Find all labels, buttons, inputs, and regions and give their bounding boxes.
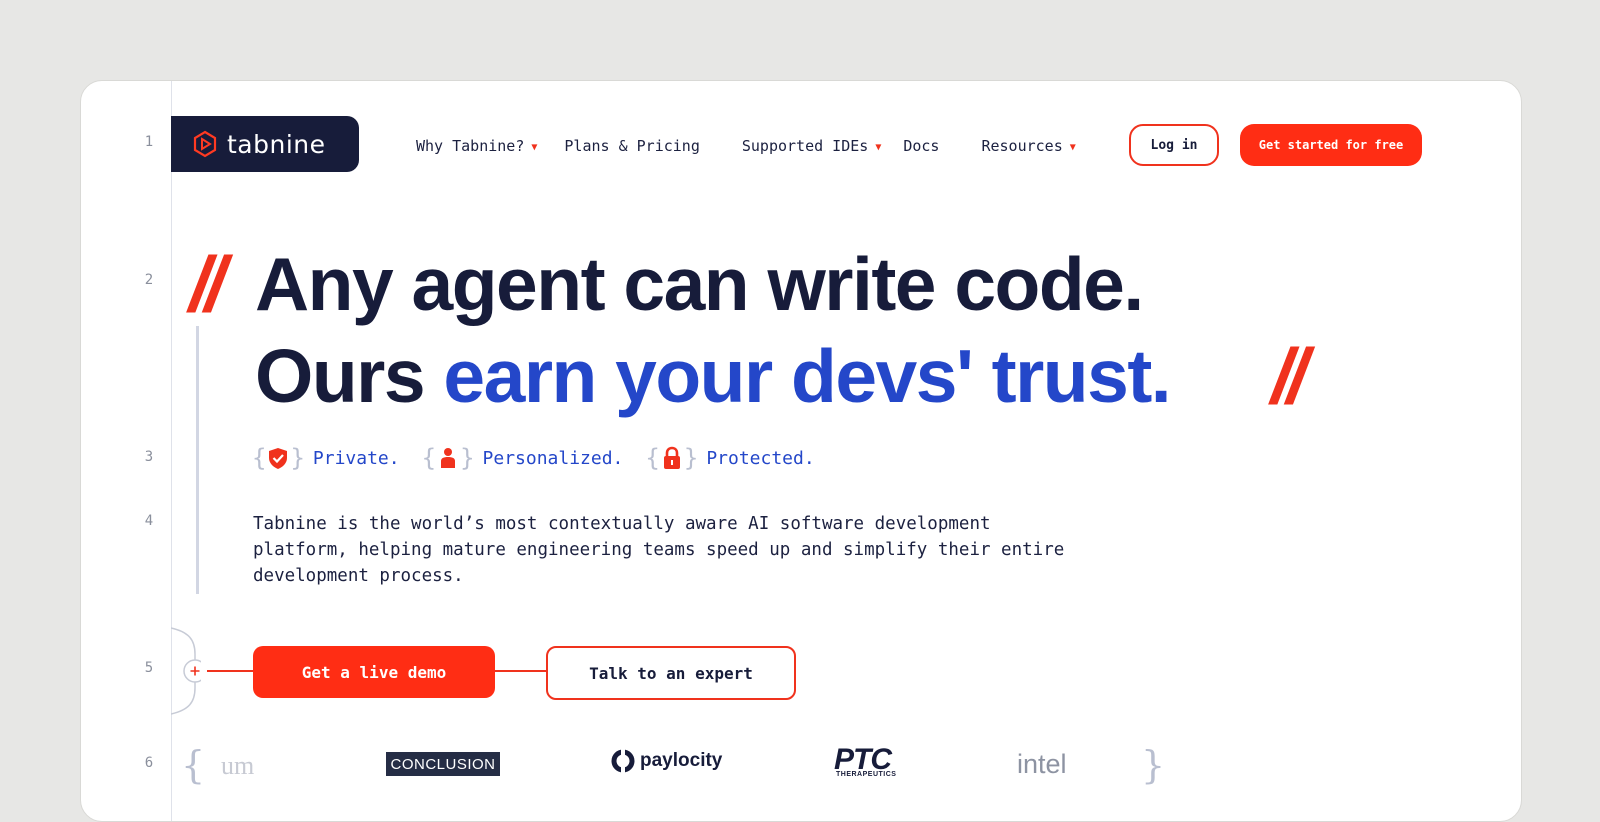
nav-label: Supported IDEs [741,137,869,155]
pillar-label: Private. [312,447,400,469]
connector-line [495,670,546,672]
pillar-label: Protected. [706,447,815,469]
customer-logo-conclusion: CONCLUSION [386,752,500,776]
shield-check-icon [269,448,288,469]
customer-logo-label: paylocity [640,750,723,771]
hero-heading-prefix: Ours [255,334,444,418]
nav-label: Resources [981,137,1063,155]
line-number: 5 [144,660,154,676]
line-number: 3 [144,449,154,465]
brand-logo[interactable]: tabnine [171,116,359,172]
nav-label: Docs [903,137,940,155]
nav-why-tabnine[interactable]: Why Tabnine? ▼ [416,137,537,155]
pillar-private: { } Private. [252,444,400,472]
brand-name: tabnine [227,129,326,159]
line-number: 6 [144,755,154,771]
chevron-down-icon: ▼ [875,141,882,153]
lock-icon [663,446,680,469]
nav-resources[interactable]: Resources ▼ [981,137,1075,155]
person-icon [441,448,456,468]
nav-supported-ides[interactable]: Supported IDEs ▼ [742,137,881,155]
customer-logo-sublabel: THERAPEUTICS [836,771,897,778]
line-number: 1 [144,134,154,150]
page-card: 1 2 3 4 5 6 tabnine Why Tabnine? ▼ Plans… [80,80,1522,822]
pillar-protected: { } Protected. [645,444,815,472]
connector-bracket [171,627,201,715]
connector-line [207,670,253,672]
get-live-demo-button[interactable]: Get a live demo [253,646,495,698]
nav-label: Why Tabnine? [416,137,525,155]
line-number: 4 [144,513,154,529]
hero-heading-accent: earn your devs' trust. [443,334,1171,418]
hero-heading-line1: Any agent can write code. [255,242,1144,326]
hexagon-play-icon [193,130,217,158]
get-started-button[interactable]: Get started for free [1240,124,1422,166]
pillar-personalized: { } Personalized. [421,444,624,472]
code-comment-slash: // [189,240,226,328]
indent-guide [196,326,199,594]
customer-logo-ptc: PTC THERAPEUTICS [834,743,896,778]
customer-logo-intel: intel [1017,749,1067,779]
pillar-label: Personalized. [482,447,624,469]
code-comment-slash: // [1271,332,1308,420]
nav-plans-pricing[interactable]: Plans & Pricing [564,137,699,155]
chevron-down-icon: ▼ [1069,141,1076,153]
login-button[interactable]: Log in [1129,124,1219,166]
nav-label: Plans & Pricing [564,137,700,155]
line-number: 2 [144,272,154,288]
hero-description: Tabnine is the world’s most contextually… [253,514,1065,586]
value-pillars: { } Private. { } Personalized. {} Prote… [252,444,837,472]
nav-docs[interactable]: Docs [903,137,939,155]
chevron-down-icon: ▼ [531,141,538,153]
hero-heading-line2: Ours earn your devs' trust. [255,333,1172,419]
customer-logos: { um CONCLUSION paylocity PTC THERAPEUTI… [181,743,1166,787]
customer-logo-paylocity: paylocity [611,749,722,773]
paylocity-mark-icon [611,749,635,773]
main-nav: Why Tabnine? ▼ Plans & Pricing Supported… [416,131,1076,161]
customer-logo-partial: um [221,751,255,780]
talk-to-expert-button[interactable]: Talk to an expert [546,646,796,700]
